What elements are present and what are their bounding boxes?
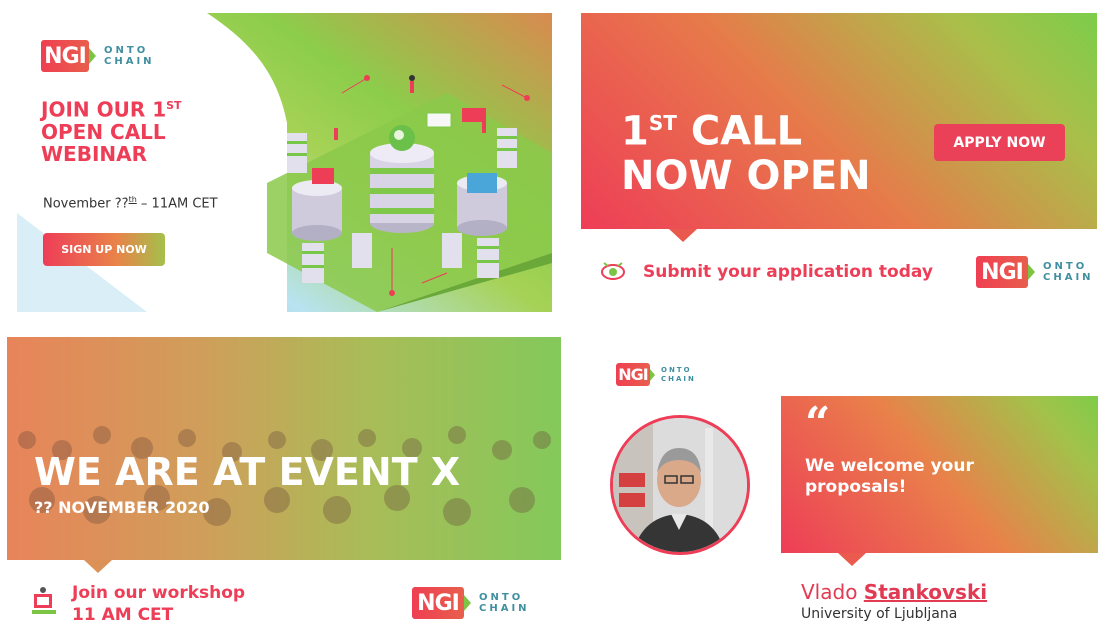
event-title: WE ARE AT EVENT X	[34, 450, 461, 494]
speaker-photo	[610, 415, 750, 555]
title-b: CALL	[676, 108, 803, 155]
logo-arrow-icon	[464, 595, 471, 611]
title-sup: ST	[166, 99, 182, 112]
data-center-illustration	[287, 75, 530, 296]
logo-text-line1: ONTO	[661, 366, 692, 375]
workshop-icon	[32, 587, 56, 614]
speaker-affiliation: University of Ljubljana	[801, 606, 958, 622]
event-banner: WE ARE AT EVENT X ?? NOVEMBER 2020	[7, 337, 561, 560]
date-sup: th	[128, 195, 137, 204]
logo-text: ONTO CHAIN	[1043, 261, 1094, 284]
logo-text-line1: ONTO	[104, 44, 149, 56]
logo-text-line2: CHAIN	[479, 603, 530, 614]
title-line2: OPEN CALL	[41, 119, 166, 144]
ngi-logo-box: NGI	[976, 256, 1028, 288]
speaker-portrait	[613, 418, 747, 552]
logo-text-line1: ONTO	[479, 591, 524, 603]
sign-up-button[interactable]: SIGN UP NOW	[43, 233, 165, 266]
logo-text: ONTO CHAIN	[104, 45, 155, 68]
workshop-line1: Join our workshop	[72, 583, 246, 603]
title-a: 1	[621, 108, 649, 155]
ngi-ontochain-logo: NGI ONTO CHAIN	[41, 40, 155, 72]
title-line2: NOW OPEN	[621, 153, 871, 200]
webinar-date: November ??th – 11AM CET	[43, 195, 218, 211]
quote-line2: proposals!	[805, 477, 907, 497]
ngi-ontochain-logo: NGI ONTO CHAIN	[616, 363, 696, 386]
logo-arrow-icon	[650, 368, 655, 381]
ngi-logo-box: NGI	[616, 363, 650, 386]
submit-application-text: Submit your application today	[643, 262, 933, 282]
date-suffix: – 11AM CET	[136, 196, 218, 212]
quote-text: We welcome your proposals!	[805, 456, 974, 498]
logo-text: ONTO CHAIN	[479, 592, 530, 615]
logo-text-line2: CHAIN	[104, 56, 155, 67]
title-line1: JOIN OUR 1	[41, 97, 167, 122]
ngi-logo-box: NGI	[41, 40, 89, 72]
eye-application-icon	[601, 262, 625, 280]
speaker-first-name: Vlado	[801, 580, 858, 604]
event-date: ?? NOVEMBER 2020	[34, 498, 210, 517]
logo-arrow-icon	[89, 48, 96, 64]
logo-text-line2: CHAIN	[661, 374, 696, 383]
callout-pointer	[84, 560, 112, 573]
ngi-logo-box: NGI	[412, 587, 464, 619]
ngi-ontochain-logo: NGI ONTO CHAIN	[976, 256, 1094, 288]
workshop-line2: 11 AM CET	[72, 605, 174, 625]
callout-pointer	[838, 553, 866, 566]
callout-pointer	[669, 229, 697, 242]
title-sup: ST	[648, 111, 677, 135]
quote-box: “ We welcome your proposals!	[781, 396, 1098, 553]
quote-mark-icon: “	[805, 398, 831, 449]
speaker-name: Vlado Stankovski	[801, 580, 987, 604]
logo-text: ONTO CHAIN	[661, 366, 696, 382]
open-call-banner: 1ST CALL NOW OPEN APPLY NOW	[581, 13, 1097, 229]
open-call-title: 1ST CALL NOW OPEN	[621, 101, 871, 199]
workshop-text: Join our workshop 11 AM CET	[72, 582, 245, 626]
webinar-banner: NGI ONTO CHAIN JOIN OUR 1ST OPEN CALL WE…	[17, 13, 552, 312]
title-line3: WEBINAR	[41, 141, 148, 166]
logo-text-line1: ONTO	[1043, 260, 1088, 272]
date-prefix: November ??	[43, 196, 129, 212]
logo-text-line2: CHAIN	[1043, 272, 1094, 283]
speaker-last-name: Stankovski	[863, 580, 988, 604]
ngi-ontochain-logo: NGI ONTO CHAIN	[412, 587, 530, 619]
logo-arrow-icon	[1028, 264, 1035, 280]
apply-now-button[interactable]: APPLY NOW	[934, 124, 1065, 161]
quote-line1: We welcome your	[805, 456, 974, 476]
webinar-title: JOIN OUR 1ST OPEN CALL WEBINAR	[41, 95, 261, 165]
